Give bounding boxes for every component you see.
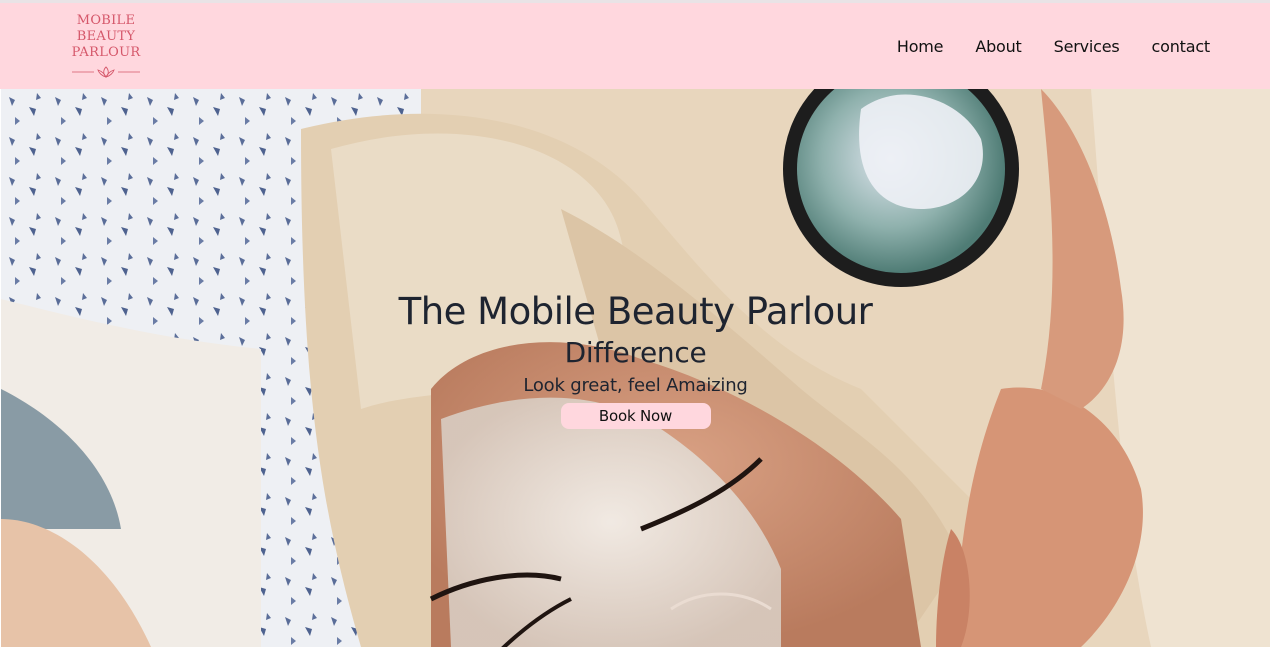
nav-home-link[interactable]: Home bbox=[897, 37, 944, 56]
book-now-button[interactable]: Book Now bbox=[560, 403, 711, 429]
nav-menu: Home About Services contact bbox=[865, 3, 1210, 89]
logo-text-line-3: PARLOUR bbox=[71, 45, 141, 60]
logo-text-line-1: MOBILE bbox=[76, 13, 136, 28]
hero-title: The Mobile Beauty Parlour bbox=[398, 290, 873, 333]
hero-subtitle: Look great, feel Amaizing bbox=[523, 375, 748, 396]
brand-logo[interactable]: MOBILE BEAUTY PARLOUR bbox=[62, 13, 150, 81]
hero-text: The Mobile Beauty Parlour Difference Loo… bbox=[1, 289, 1270, 429]
logo-text-line-2: BEAUTY bbox=[76, 29, 136, 44]
nav-contact-link[interactable]: contact bbox=[1152, 37, 1211, 56]
navbar: MOBILE BEAUTY PARLOUR Home About Service… bbox=[0, 3, 1270, 89]
hero-title-line-2: Difference bbox=[564, 336, 707, 369]
lotus-icon bbox=[72, 66, 140, 78]
hero-section: The Mobile Beauty Parlour Difference Loo… bbox=[1, 89, 1270, 647]
nav-services-link[interactable]: Services bbox=[1054, 37, 1120, 56]
nav-about-link[interactable]: About bbox=[975, 37, 1022, 56]
